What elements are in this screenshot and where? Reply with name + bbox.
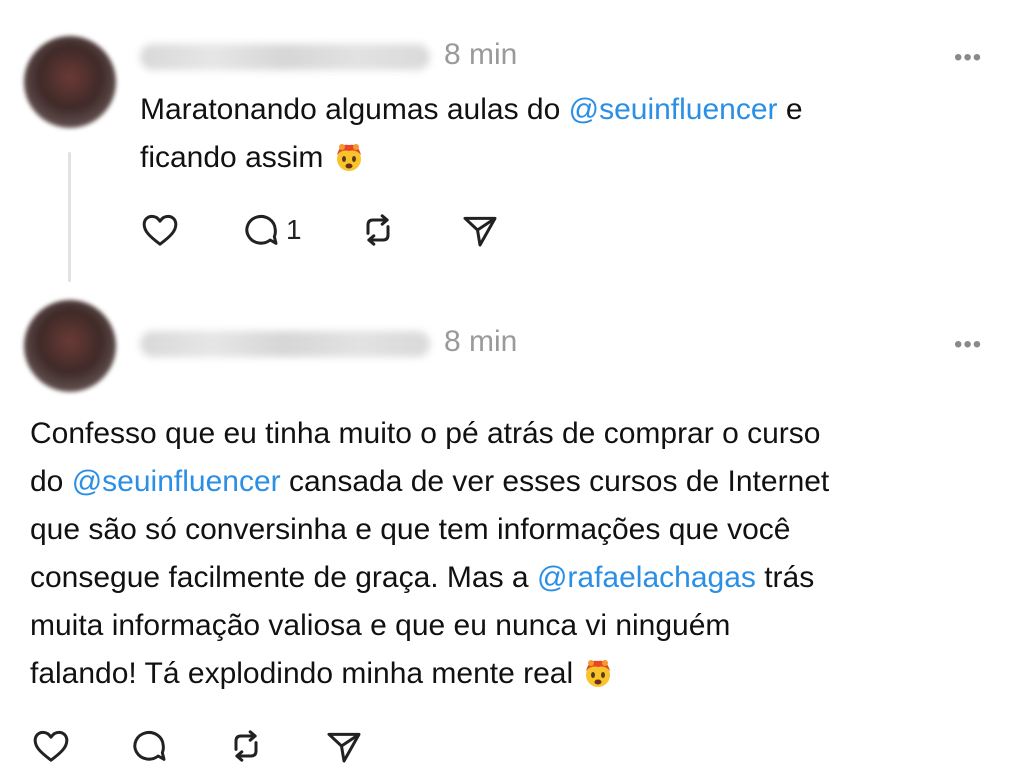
post-time: 8 min [444,38,518,71]
send-icon [327,732,361,763]
reply-button[interactable]: 1 [240,210,302,250]
share-button[interactable] [323,726,365,766]
post-text-line: consegue facilmente de graça. Mas a @raf… [30,561,815,594]
mention-link[interactable]: @rafaelachagas [537,561,756,594]
share-button[interactable] [459,210,501,250]
post-text-line: ficando assim [140,134,803,182]
heart-icon [142,214,178,246]
post-text-line: muita informação valiosa e que eu nunca … [30,609,731,642]
mention-link[interactable]: @seuinfluencer [569,93,778,126]
post-text-line: que são só conversinha e que tem informa… [30,513,791,546]
repost-icon [366,214,390,246]
mention-link[interactable]: @seuinfluencer [72,465,281,498]
more-options-button[interactable]: ••• [954,44,982,72]
username-blurred[interactable] [140,44,430,70]
comment-icon [245,214,278,245]
more-options-button[interactable]: ••• [954,331,982,359]
reply-count: 1 [286,214,302,245]
post-text-line: do @seuinfluencer cansada de ver esses c… [30,465,830,498]
username-blurred[interactable] [140,331,430,357]
post-text-line: Confesso que eu tinha muito o pé atrás d… [30,417,821,450]
heart-icon [33,730,69,762]
reply-button[interactable] [128,726,170,766]
repost-icon [234,730,258,762]
thread-line [68,152,71,282]
post-time: 8 min [444,325,518,358]
repost-button[interactable] [357,210,399,250]
like-button[interactable] [30,726,72,766]
comment-icon [133,730,166,761]
post-text: Confesso que eu tinha muito o pé atrás d… [30,410,829,698]
post-text-line: Maratonando algumas aulas do @seuinfluen… [140,93,803,126]
send-icon [463,216,497,247]
avatar[interactable] [24,300,116,392]
repost-button[interactable] [225,726,267,766]
avatar[interactable] [24,36,116,128]
post-text-line: falando! Tá explodindo minha mente real [30,650,829,698]
post-text: Maratonando algumas aulas do @seuinfluen… [140,86,803,182]
exploding-head-icon [336,144,361,171]
like-button[interactable] [139,210,181,250]
exploding-head-icon [586,660,611,687]
